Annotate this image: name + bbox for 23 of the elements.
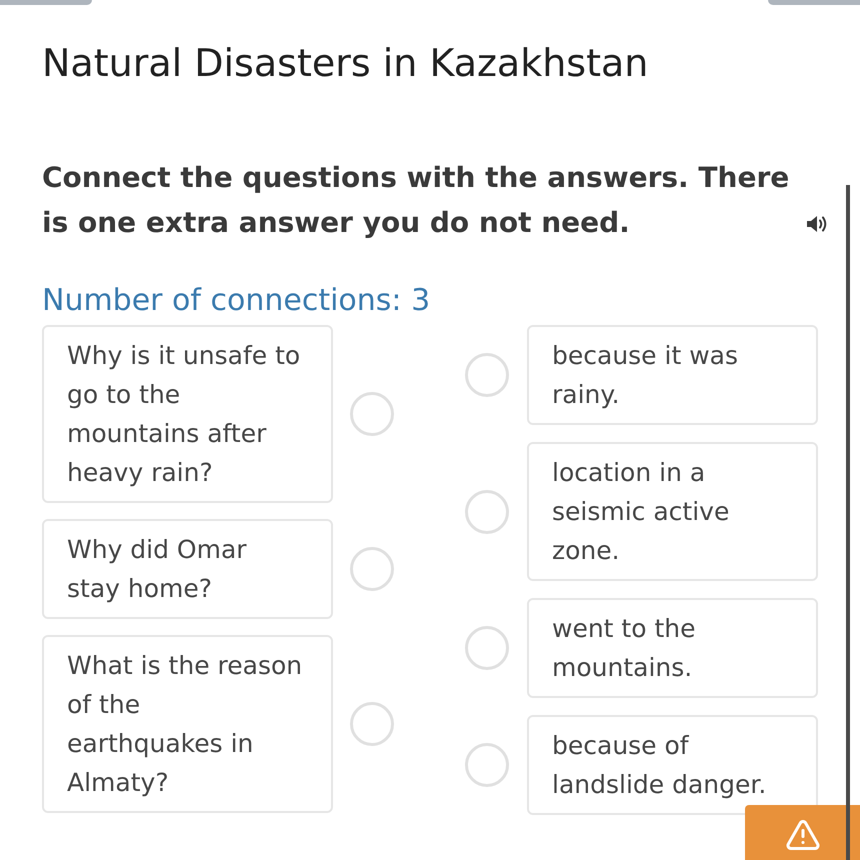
connections-count: Number of connections: 3 xyxy=(42,282,430,320)
question-card: Why did Omar stay home? xyxy=(42,519,333,619)
connector-ring-icon[interactable] xyxy=(350,547,394,591)
connector-ring-icon[interactable] xyxy=(465,743,509,787)
answer-card: went to the mountains. xyxy=(527,598,818,698)
scrollbar[interactable] xyxy=(846,185,850,860)
question-card: Why is it unsafe to go to the mountains after heavy rain? xyxy=(42,325,333,503)
question-card: What is the reason of the earthquakes in Almaty? xyxy=(42,635,333,813)
answer-card: because of landslide danger. xyxy=(527,715,818,815)
answer-card: location in a seismic active zone. xyxy=(527,442,818,581)
connector-ring-icon[interactable] xyxy=(465,353,509,397)
connector-ring-icon[interactable] xyxy=(465,490,509,534)
header-button-edge[interactable] xyxy=(768,0,860,5)
page-title: Natural Disasters in Kazakhstan xyxy=(42,41,648,85)
instruction-text: Connect the questions with the answers. There is one extra answer you do not need. xyxy=(42,160,790,241)
speaker-icon[interactable] xyxy=(806,214,828,234)
answer-card: because it was rainy. xyxy=(527,325,818,425)
warning-button[interactable] xyxy=(745,805,860,860)
connector-ring-icon[interactable] xyxy=(350,702,394,746)
connector-ring-icon[interactable] xyxy=(465,626,509,670)
header-button-edge[interactable] xyxy=(0,0,92,5)
connector-ring-icon[interactable] xyxy=(350,392,394,436)
warning-icon xyxy=(784,817,820,853)
